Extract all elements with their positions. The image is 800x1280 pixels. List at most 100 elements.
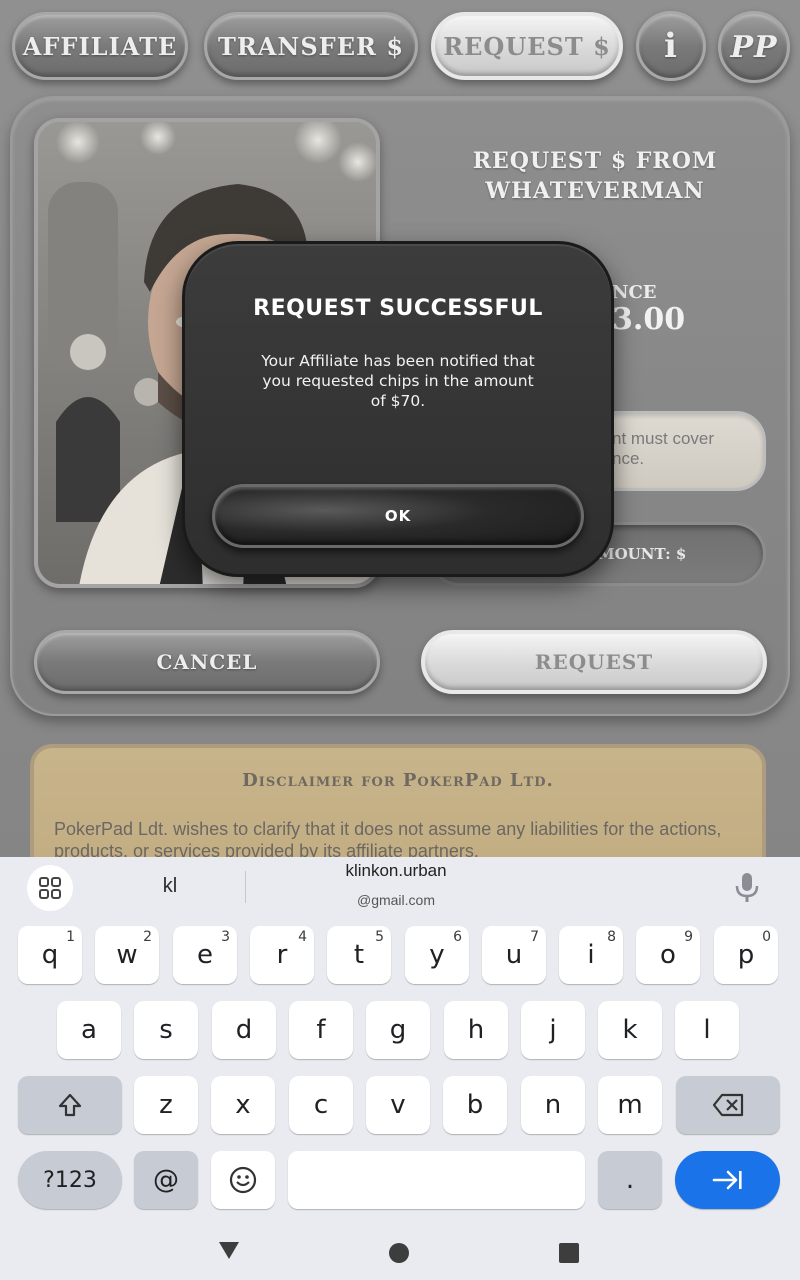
info-button[interactable]: i	[636, 11, 706, 81]
key-p[interactable]: p0	[714, 926, 778, 984]
key-e[interactable]: e3	[173, 926, 237, 984]
key-label: o	[660, 940, 676, 970]
key-hint: 4	[298, 929, 307, 945]
key-label: d	[235, 1015, 253, 1045]
recents-icon[interactable]	[558, 1242, 580, 1264]
key-hint: 6	[453, 929, 462, 945]
suggestion-email-domain[interactable]: @gmail.com	[246, 892, 546, 908]
key-label: u	[505, 940, 523, 970]
pokerpad-logo-icon: PP	[730, 29, 778, 65]
cancel-button[interactable]: CANCEL	[34, 630, 380, 694]
key-label: h	[467, 1015, 485, 1045]
key-n[interactable]: n	[521, 1076, 585, 1134]
key-label: r	[276, 940, 288, 970]
balance-value: 3.00	[612, 302, 686, 337]
key-g[interactable]: g	[366, 1001, 430, 1059]
key-k[interactable]: k	[598, 1001, 662, 1059]
key-i[interactable]: i8	[559, 926, 623, 984]
tab-request[interactable]: REQUEST $	[431, 12, 623, 80]
pokerpad-logo-button[interactable]: PP	[718, 11, 790, 83]
key-label: q	[41, 940, 59, 970]
request-title-line2: WHATEVERMAN	[485, 178, 705, 204]
key-label: v	[390, 1090, 406, 1120]
key-hint: 1	[66, 929, 75, 945]
home-icon[interactable]	[388, 1242, 410, 1264]
key-j[interactable]: j	[521, 1001, 585, 1059]
soft-keyboard: kl klinkon.urban @gmail.com ?123 @ . q 1…	[0, 857, 800, 1280]
key-label: x	[235, 1090, 251, 1120]
info-note-line2: nce.	[612, 449, 645, 468]
grid-icon	[39, 877, 61, 899]
key-label: i	[587, 940, 595, 970]
key-hint: 5	[375, 929, 384, 945]
info-note-line1: nt must cover	[612, 429, 715, 448]
key-hint: 0	[762, 929, 771, 945]
key-hint: 9	[684, 929, 693, 945]
key-a[interactable]: a	[57, 1001, 121, 1059]
balance-label: NCE	[612, 282, 657, 303]
mic-icon[interactable]	[734, 871, 760, 903]
disclaimer-title: Disclaimer for PokerPad Ltd.	[242, 770, 554, 791]
key-s[interactable]: s	[134, 1001, 198, 1059]
key-label: c	[313, 1090, 329, 1120]
app-screen: AFFILIATE TRANSFER $ REQUEST $ i PP REQU…	[0, 0, 800, 857]
at-key[interactable]: @	[134, 1151, 198, 1209]
key-label: l	[703, 1015, 711, 1045]
back-icon[interactable]	[217, 1240, 241, 1260]
key-label: t	[353, 940, 365, 970]
key-label: a	[81, 1015, 97, 1045]
suggestion-email-user[interactable]: klinkon.urban	[246, 861, 546, 881]
dialog-title: REQUEST SUCCESSFUL	[253, 296, 543, 321]
tab-affiliate[interactable]: AFFILIATE	[12, 12, 188, 80]
key-x[interactable]: x	[211, 1076, 275, 1134]
tab-transfer[interactable]: TRANSFER $	[204, 12, 418, 80]
backspace-key[interactable]	[676, 1076, 780, 1134]
backspace-icon	[712, 1093, 744, 1117]
key-l[interactable]: l	[675, 1001, 739, 1059]
suggestion-first[interactable]: kl	[120, 875, 220, 898]
key-label: g	[389, 1015, 407, 1045]
key-label: b	[466, 1090, 484, 1120]
key-t[interactable]: t5	[327, 926, 391, 984]
key-hint: 7	[530, 929, 539, 945]
system-nav-bar	[0, 1220, 800, 1280]
key-label: f	[316, 1015, 326, 1045]
disclaimer-body: PokerPad Ldt. wishes to clarify that it …	[54, 819, 722, 857]
key-m[interactable]: m	[598, 1076, 662, 1134]
shift-key[interactable]	[18, 1076, 122, 1134]
key-d[interactable]: d	[212, 1001, 276, 1059]
next-arrow-icon	[712, 1170, 742, 1190]
ok-button[interactable]: OK	[212, 484, 584, 548]
key-c[interactable]: c	[289, 1076, 353, 1134]
key-label: m	[617, 1090, 643, 1120]
space-key[interactable]	[288, 1151, 585, 1209]
key-h[interactable]: h	[444, 1001, 508, 1059]
request-button[interactable]: REQUEST	[421, 630, 767, 694]
emoji-key[interactable]	[211, 1151, 275, 1209]
shift-icon	[58, 1093, 82, 1117]
key-f[interactable]: f	[289, 1001, 353, 1059]
key-z[interactable]: z	[134, 1076, 198, 1134]
period-key[interactable]: .	[598, 1151, 662, 1209]
emoji-icon	[229, 1166, 257, 1194]
key-label: j	[549, 1015, 557, 1045]
request-title: REQUEST $ FROM WHATEVERMAN	[440, 146, 750, 206]
key-label: s	[159, 1015, 173, 1045]
next-key[interactable]	[675, 1151, 780, 1209]
apps-grid-button[interactable]	[27, 865, 73, 911]
amount-label: MOUNT: $	[598, 545, 687, 563]
key-v[interactable]: v	[366, 1076, 430, 1134]
dialog-message: Your Affiliate has been notified that yo…	[261, 352, 535, 410]
key-o[interactable]: o9	[636, 926, 700, 984]
key-hint: 3	[221, 929, 230, 945]
info-note-text: nt must cover nce.	[612, 429, 752, 469]
key-y[interactable]: y6	[405, 926, 469, 984]
key-b[interactable]: b	[443, 1076, 507, 1134]
info-icon: i	[664, 26, 678, 66]
symbols-key[interactable]: ?123	[18, 1151, 122, 1209]
key-u[interactable]: u7	[482, 926, 546, 984]
key-q[interactable]: q1	[18, 926, 82, 984]
key-r[interactable]: r4	[250, 926, 314, 984]
request-title-line1: REQUEST $ FROM	[472, 148, 718, 174]
key-w[interactable]: w2	[95, 926, 159, 984]
